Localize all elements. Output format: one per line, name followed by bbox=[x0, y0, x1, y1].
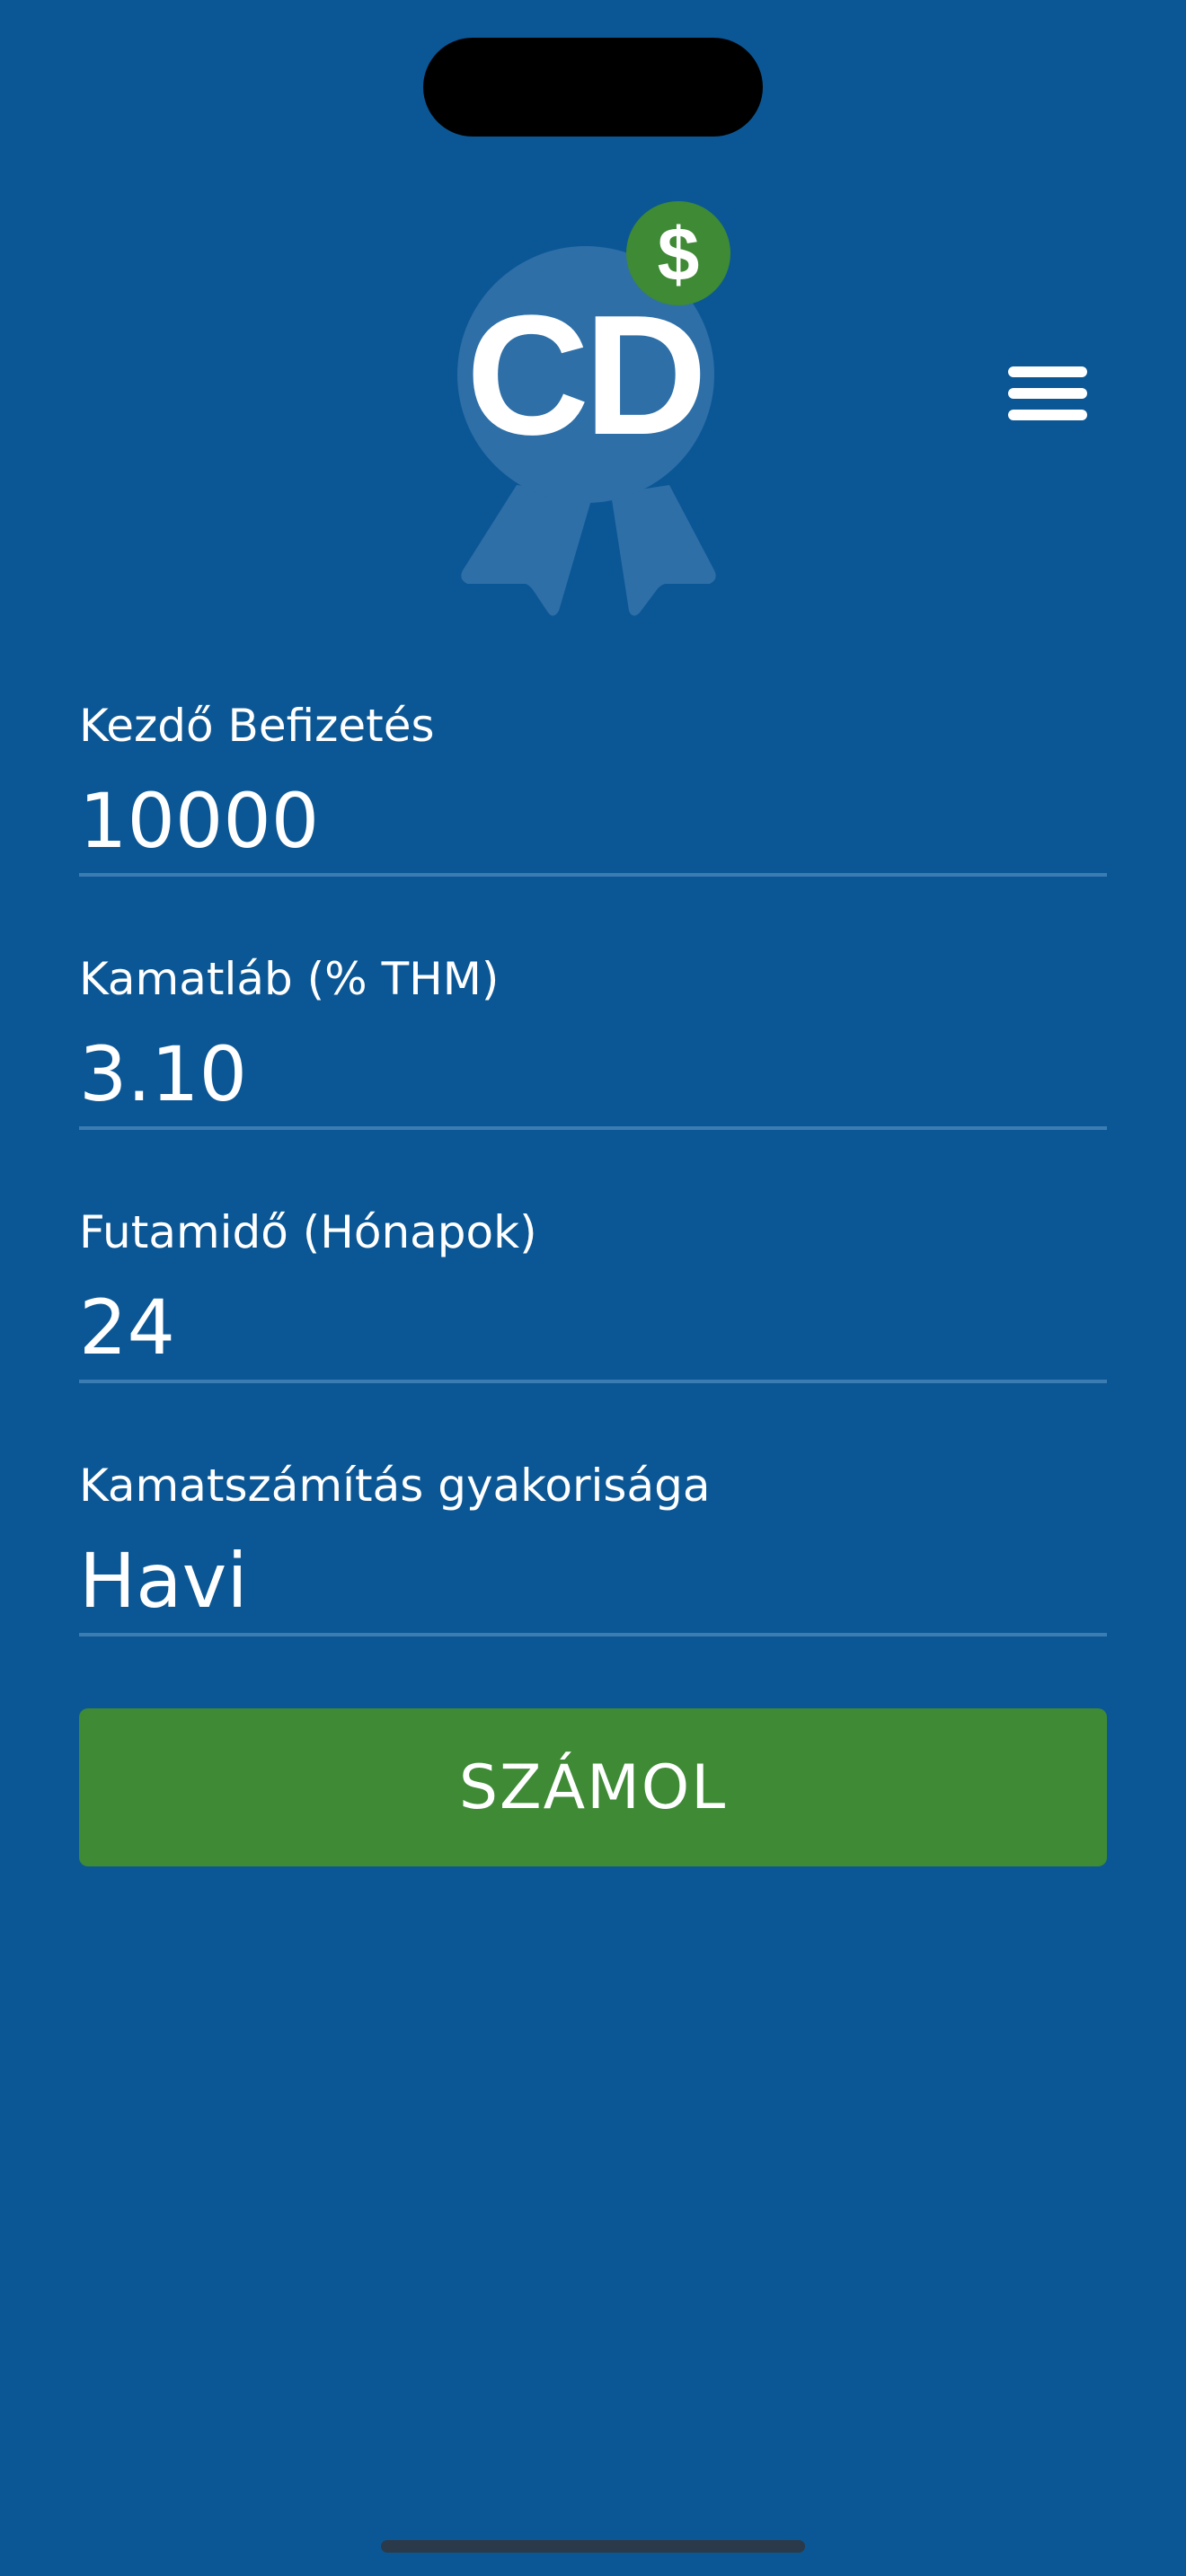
home-indicator[interactable] bbox=[381, 2540, 805, 2553]
camera-notch bbox=[423, 38, 763, 137]
term-months-field: Futamidő (Hónapok) bbox=[79, 1204, 1107, 1392]
term-months-label: Futamidő (Hónapok) bbox=[79, 1206, 537, 1258]
logo-ribbon-right bbox=[611, 485, 716, 616]
dollar-icon: $ bbox=[658, 212, 700, 296]
divider bbox=[79, 1126, 1107, 1130]
cd-logo: CD $ bbox=[457, 201, 730, 616]
interest-rate-field: Kamatláb (% THM) bbox=[79, 950, 1107, 1139]
interest-rate-label: Kamatláb (% THM) bbox=[79, 953, 500, 1005]
compounding-frequency-select[interactable] bbox=[79, 1536, 1107, 1626]
hamburger-menu-icon-bar bbox=[1008, 366, 1087, 377]
logo-text: CD bbox=[466, 280, 702, 471]
initial-deposit-field: Kezdő Befizetés bbox=[79, 697, 1107, 886]
hamburger-menu-icon-bar bbox=[1008, 410, 1087, 420]
compounding-frequency-label: Kamatszámítás gyakorisága bbox=[79, 1460, 711, 1512]
divider bbox=[79, 1633, 1107, 1636]
calculate-button[interactable]: SZÁMOL bbox=[79, 1708, 1107, 1866]
interest-rate-input[interactable] bbox=[79, 1029, 1107, 1119]
divider bbox=[79, 1380, 1107, 1383]
hamburger-menu-icon-bar bbox=[1008, 388, 1087, 399]
logo-ribbon-left bbox=[461, 485, 593, 616]
initial-deposit-input[interactable] bbox=[79, 776, 1107, 866]
menu-button[interactable] bbox=[997, 359, 1096, 431]
compounding-frequency-field: Kamatszámítás gyakorisága bbox=[79, 1457, 1107, 1645]
initial-deposit-label: Kezdő Befizetés bbox=[79, 700, 435, 752]
term-months-input[interactable] bbox=[79, 1283, 1107, 1372]
divider bbox=[79, 873, 1107, 877]
